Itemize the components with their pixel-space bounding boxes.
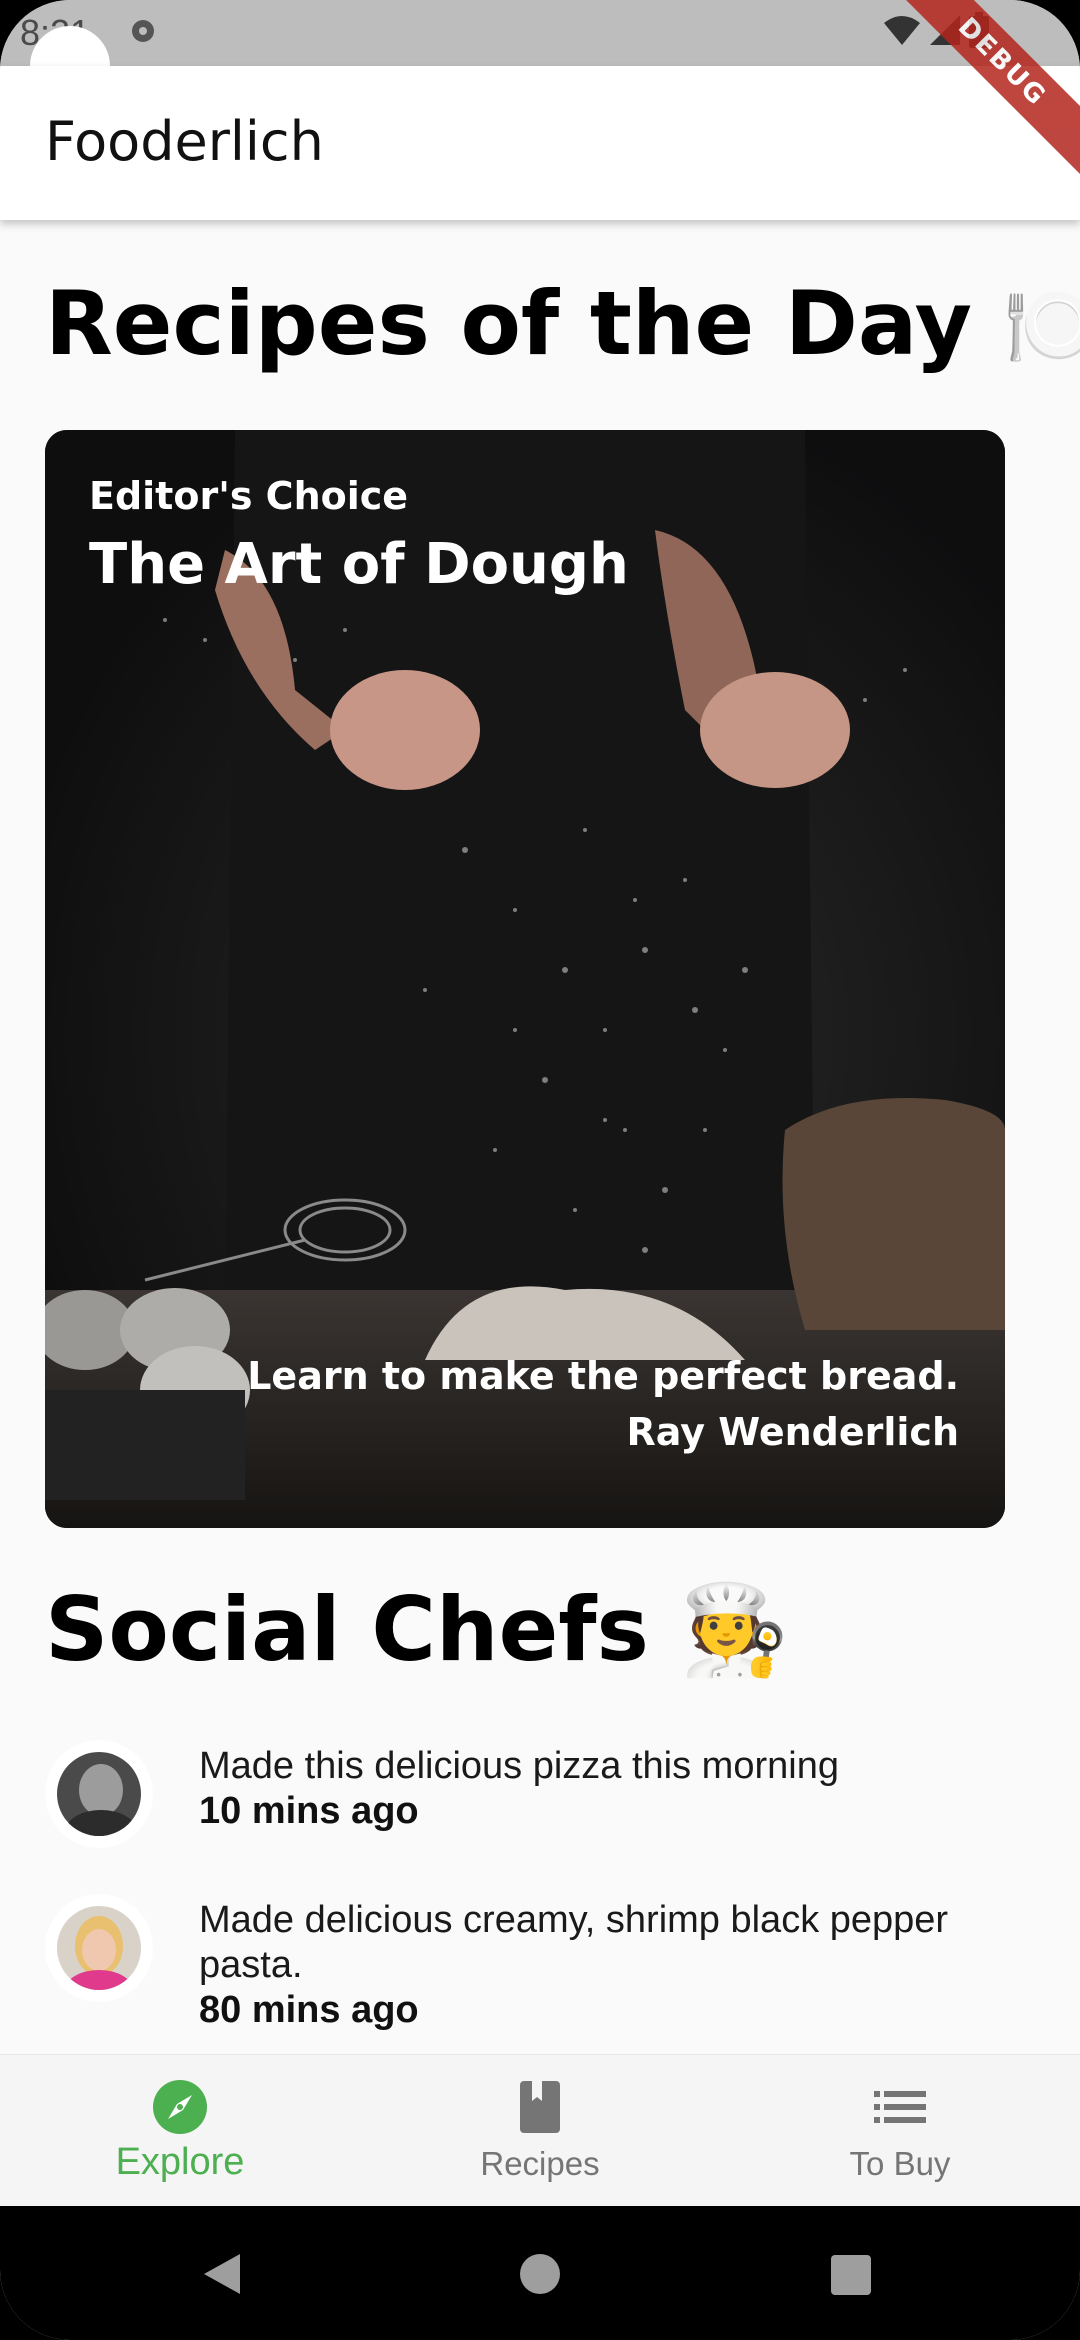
avatar bbox=[57, 1752, 141, 1836]
screen-record-icon bbox=[132, 20, 154, 42]
app-bar: Fooderlich bbox=[0, 66, 1080, 220]
feed-content: Made this delicious pizza this morning 1… bbox=[199, 1744, 1019, 1834]
feed-item[interactable]: Made this delicious pizza this morning 1… bbox=[45, 1740, 1035, 1850]
avatar-ring bbox=[45, 1894, 153, 2002]
home-icon[interactable] bbox=[518, 2252, 562, 2296]
feed-message: Made delicious creamy, shrimp black pepp… bbox=[199, 1899, 949, 1986]
feed-time: 80 mins ago bbox=[199, 1989, 419, 2031]
system-navigation-bar bbox=[0, 2206, 1080, 2340]
wifi-icon bbox=[884, 16, 920, 45]
card-title: The Art of Dough bbox=[89, 532, 629, 597]
recipe-card[interactable]: Editor's Choice The Art of Dough Learn t… bbox=[45, 430, 1005, 1528]
feed-content: Made delicious creamy, shrimp black pepp… bbox=[199, 1898, 1019, 2033]
overview-icon[interactable] bbox=[830, 2254, 872, 2296]
back-icon[interactable] bbox=[200, 2252, 244, 2296]
nav-label-to-buy: To Buy bbox=[849, 2145, 951, 2182]
recipes-section-title: Recipes of the Day 🍽️ bbox=[45, 272, 1080, 375]
card-category: Editor's Choice bbox=[89, 474, 409, 518]
list-icon bbox=[874, 2091, 926, 2123]
avatar bbox=[57, 1906, 141, 1990]
compass-icon bbox=[153, 2080, 207, 2134]
avatar-ring bbox=[45, 1740, 153, 1848]
card-author: Ray Wenderlich bbox=[626, 1410, 959, 1454]
nav-label-explore: Explore bbox=[115, 2141, 245, 2183]
nav-item-to-buy[interactable]: To Buy bbox=[720, 2055, 1080, 2207]
nav-item-recipes[interactable]: Recipes bbox=[360, 2055, 720, 2207]
nav-label-recipes: Recipes bbox=[480, 2145, 600, 2182]
phone-screen: 8:21 DEBUG Fooderlich Recipes of the Day… bbox=[0, 0, 1080, 2340]
card-description: Learn to make the perfect bread. bbox=[247, 1354, 959, 1398]
feed-message: Made this delicious pizza this morning bbox=[199, 1745, 839, 1787]
feed-time: 10 mins ago bbox=[199, 1790, 419, 1832]
book-icon bbox=[520, 2081, 560, 2133]
social-section-title: Social Chefs 🧑‍🍳 bbox=[45, 1578, 790, 1681]
bottom-navigation: Explore Recipes To Buy bbox=[0, 2054, 1080, 2207]
nav-item-explore[interactable]: Explore bbox=[0, 2055, 360, 2207]
feed-item[interactable]: Made delicious creamy, shrimp black pepp… bbox=[45, 1894, 1035, 2034]
app-title: Fooderlich bbox=[45, 110, 324, 173]
